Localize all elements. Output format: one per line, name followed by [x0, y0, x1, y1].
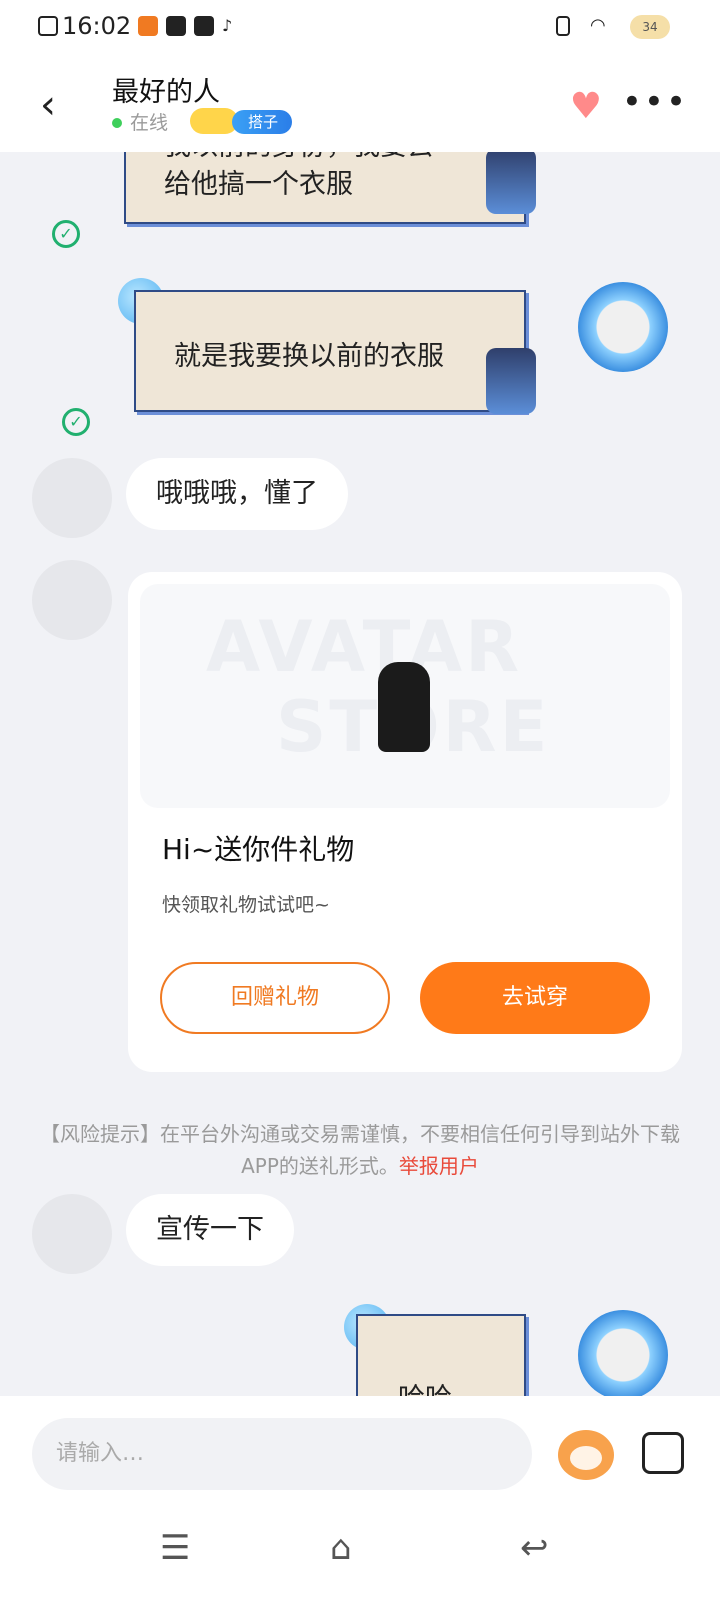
chat-header: ‹ 最好的人 在线 搭子 ♥ •••	[0, 56, 720, 152]
back-button[interactable]: ‹	[40, 82, 56, 128]
relationship-tag[interactable]: 搭子	[232, 110, 293, 134]
back-icon[interactable]: ↩	[520, 1528, 549, 1568]
risk-notice-text: 【风险提示】在平台外沟通或交易需谨慎，不要相信任何引导到站外下载APP的送礼形式…	[40, 1122, 680, 1178]
message-bubble[interactable]: 宣传一下	[126, 1194, 294, 1266]
avatar[interactable]	[32, 1194, 112, 1274]
gift-subtitle: 快领取礼物试试吧~	[162, 894, 330, 916]
wifi-icon: ◠	[590, 16, 610, 36]
avatar[interactable]	[578, 282, 668, 372]
battery-icon: 34	[630, 15, 670, 39]
system-nav-bar: ☰ ⌂ ↩	[0, 1500, 720, 1600]
dress-icon	[378, 662, 430, 752]
page-title: 最好的人	[112, 77, 220, 108]
double-heart-icon[interactable]: ♥	[570, 86, 602, 127]
gift-card[interactable]: AVATAR STORE Hi~送你件礼物 快领取礼物试试吧~ 回赠礼物 去试穿	[128, 572, 682, 1072]
mail-icon	[166, 16, 186, 36]
screenshot-icon	[38, 16, 58, 36]
message-card-bubble[interactable]: 我以前的身份，我要去 给他搞一个衣服	[124, 152, 536, 224]
read-check-icon: ✓	[62, 408, 90, 436]
risk-notice: 【风险提示】在平台外沟通或交易需谨慎，不要相信任何引导到站外下载APP的送礼形式…	[40, 1118, 680, 1182]
status-bar: 16:02 ♪ ◠ 34	[0, 0, 720, 56]
fox-emoji-icon[interactable]	[558, 1430, 614, 1480]
character-sticker-icon	[486, 348, 536, 414]
report-user-link[interactable]: 举报用户	[399, 1154, 479, 1178]
input-bar: 请输入…	[0, 1396, 720, 1500]
sunglasses-emoji-icon	[190, 108, 238, 134]
image-icon[interactable]	[642, 1432, 684, 1474]
app-icon	[138, 16, 158, 36]
avatar[interactable]	[32, 458, 112, 538]
message-text: 给他搞一个衣服	[164, 169, 353, 200]
message-card-bubble[interactable]: 哈哈	[356, 1314, 526, 1396]
return-gift-button[interactable]: 回赠礼物	[160, 962, 390, 1034]
message-card-bubble[interactable]: 就是我要换以前的衣服	[134, 290, 536, 414]
tiktok-icon: ♪	[222, 16, 242, 36]
online-status: 在线	[130, 112, 169, 134]
status-time: 16:02	[62, 12, 132, 40]
menu-icon[interactable]: ☰	[160, 1528, 190, 1568]
gift-title: Hi~送你件礼物	[162, 833, 355, 866]
more-menu-button[interactable]: •••	[622, 82, 688, 122]
avatar[interactable]	[578, 1310, 668, 1396]
gift-image: AVATAR STORE	[140, 584, 670, 808]
vibrate-icon	[556, 16, 570, 36]
try-on-button[interactable]: 去试穿	[420, 962, 650, 1034]
video-icon	[194, 16, 214, 36]
character-sticker-icon	[486, 152, 536, 214]
online-indicator	[112, 118, 122, 128]
home-icon[interactable]: ⌂	[330, 1528, 352, 1568]
message-input[interactable]: 请输入…	[32, 1418, 532, 1490]
message-text: 就是我要换以前的衣服	[174, 341, 444, 372]
avatar[interactable]	[32, 560, 112, 640]
fox-face	[570, 1446, 602, 1470]
message-bubble[interactable]: 哦哦哦，懂了	[126, 458, 348, 530]
read-check-icon: ✓	[52, 220, 80, 248]
message-list[interactable]: 我以前的身份，我要去 给他搞一个衣服 ✓ 就是我要换以前的衣服 ✓ 哦哦哦，懂了…	[0, 152, 720, 1396]
message-text: 哈哈	[398, 1376, 452, 1396]
watermark-text: AVATAR	[206, 606, 522, 688]
